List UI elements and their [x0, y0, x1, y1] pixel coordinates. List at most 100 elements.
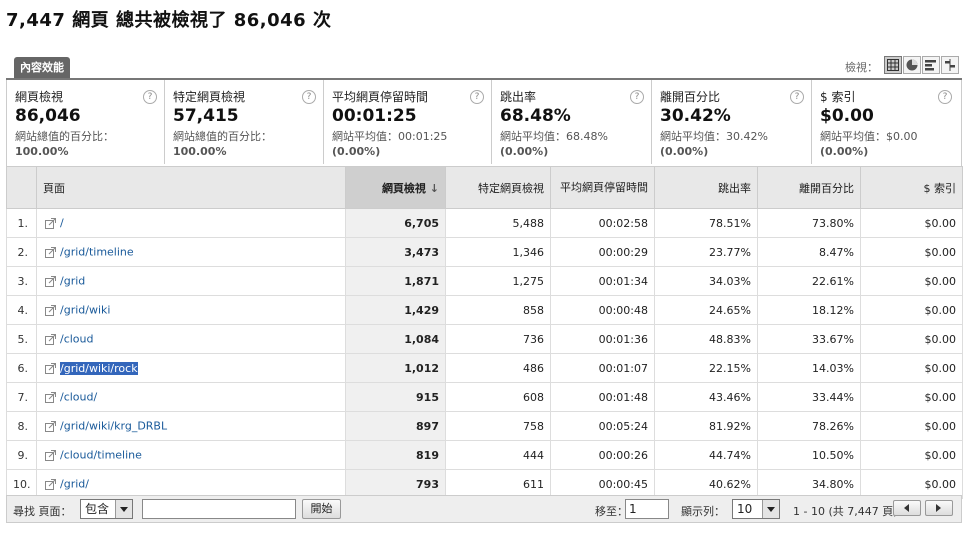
metric-value: 86,046 [15, 106, 81, 126]
metric-index: $ 索引 $0.00 網站平均值：$0.00 (0.00%) ? [812, 80, 961, 164]
metric-title: 平均網頁停留時間 [332, 90, 429, 104]
help-icon[interactable]: ? [302, 90, 316, 104]
tab-content-performance[interactable]: 內容效能 [14, 57, 70, 78]
open-external-icon[interactable] [45, 391, 56, 403]
goto-page-input[interactable]: 1 [625, 499, 669, 519]
metric-title: 特定網頁檢視 [173, 90, 246, 104]
page-link[interactable]: /grid/timeline [60, 246, 134, 259]
column-header-label: 網頁檢視 [381, 181, 426, 195]
pie-view-icon[interactable] [903, 56, 921, 74]
row-unique-pageviews: 758 [445, 411, 551, 441]
help-icon[interactable]: ? [630, 90, 644, 104]
content-table: 頁面 網頁檢視 ↓ 特定網頁檢視 平均網頁停留時間 跳出率 離開百分比 $ 索引… [6, 166, 963, 499]
prev-page-button[interactable] [893, 500, 921, 516]
row-exit-rate: 73.80% [757, 208, 861, 238]
page-link[interactable]: /grid/wiki [60, 304, 110, 317]
row-unique-pageviews: 736 [445, 324, 551, 354]
rows-per-page-select[interactable]: 10 [732, 499, 780, 519]
column-header-rank [6, 166, 37, 209]
page-link[interactable]: /grid/wiki/rock [60, 361, 138, 375]
row-bounce-rate: 48.83% [654, 324, 758, 354]
row-index: $0.00 [860, 382, 963, 412]
row-avg-time: 00:01:36 [550, 324, 655, 354]
row-rank: 2. [6, 237, 37, 267]
column-header-pageviews[interactable]: 網頁檢視 ↓ [345, 166, 446, 209]
help-icon[interactable]: ? [143, 90, 157, 104]
row-exit-rate: 78.26% [757, 411, 861, 441]
metric-unique-pageviews: 特定網頁檢視 57,415 網站總值的百分比： 100.00% ? [165, 80, 324, 164]
row-unique-pageviews: 1,346 [445, 237, 551, 267]
metric-comparison: 網站平均值：00:01:25 [332, 130, 448, 143]
page-link[interactable]: /grid/ [60, 478, 89, 491]
table-row: 8. /grid/wiki/krg_DRBL 897 758 00:05:24 81.92… [6, 411, 963, 441]
page-link[interactable]: /cloud [60, 333, 94, 346]
match-type-value: 包含 [85, 502, 110, 516]
open-external-icon[interactable] [45, 275, 56, 287]
metric-percent: (0.00%) [820, 145, 869, 158]
open-external-icon[interactable] [45, 246, 56, 258]
row-pageviews: 897 [345, 411, 446, 441]
metric-comparison: 網站平均值：$0.00 [820, 130, 918, 143]
column-header-bounce-rate[interactable]: 跳出率 [654, 166, 758, 209]
page-link[interactable]: / [60, 217, 64, 230]
column-header-unique-pageviews[interactable]: 特定網頁檢視 [445, 166, 551, 209]
match-type-select[interactable]: 包含 [80, 499, 133, 519]
open-external-icon[interactable] [45, 362, 56, 374]
table-row: 3. /grid 1,871 1,275 00:01:34 34.03% 22.61% $0.… [6, 266, 963, 296]
column-header-index[interactable]: $ 索引 [860, 166, 963, 209]
row-bounce-rate: 34.03% [654, 266, 758, 296]
next-page-button[interactable] [925, 500, 953, 516]
page-link[interactable]: /grid/wiki/krg_DRBL [60, 420, 167, 433]
row-avg-time: 00:00:26 [550, 440, 655, 470]
table-row: 6. /grid/wiki/rock 1,012 486 00:01:07 22.15% 1… [6, 353, 963, 383]
page-link[interactable]: /grid [60, 275, 85, 288]
row-bounce-rate: 23.77% [654, 237, 758, 267]
chevron-down-icon [115, 500, 132, 518]
help-icon[interactable]: ? [790, 90, 804, 104]
open-external-icon[interactable] [45, 449, 56, 461]
metric-value: 68.48% [500, 106, 571, 126]
help-icon[interactable]: ? [938, 90, 952, 104]
open-external-icon[interactable] [45, 217, 56, 229]
bar-view-icon[interactable] [922, 56, 940, 74]
show-rows-label: 顯示列： [681, 505, 725, 518]
row-exit-rate: 22.61% [757, 266, 861, 296]
open-external-icon[interactable] [45, 304, 56, 316]
row-exit-rate: 10.50% [757, 440, 861, 470]
row-page: /cloud [36, 324, 346, 354]
open-external-icon[interactable] [45, 420, 56, 432]
metric-comparison: 網站總值的百分比： [15, 130, 114, 143]
row-index: $0.00 [860, 440, 963, 470]
row-rank: 3. [6, 266, 37, 296]
column-header-exit-rate[interactable]: 離開百分比 [757, 166, 861, 209]
page-link[interactable]: /cloud/ [60, 391, 97, 404]
help-icon[interactable]: ? [470, 90, 484, 104]
table-header-row: 頁面 網頁檢視 ↓ 特定網頁檢視 平均網頁停留時間 跳出率 離開百分比 $ 索引 [6, 166, 963, 209]
open-external-icon[interactable] [45, 478, 56, 490]
row-bounce-rate: 22.15% [654, 353, 758, 383]
rows-per-page-value: 10 [737, 502, 753, 516]
column-header-page[interactable]: 頁面 [36, 166, 346, 209]
table-body: 1./6,705 5,488 00:02:58 78.51% 73.80% $0.00 2.… [6, 208, 963, 499]
page-link[interactable]: /cloud/timeline [60, 449, 142, 462]
metric-value: 57,415 [173, 106, 239, 126]
metric-value: 00:01:25 [332, 106, 417, 126]
row-rank: 5. [6, 324, 37, 354]
row-exit-rate: 18.12% [757, 295, 861, 325]
table-view-icon[interactable] [884, 56, 902, 74]
column-header-avg-time[interactable]: 平均網頁停留時間 [550, 166, 655, 209]
table-row: 2. /grid/timeline 3,473 1,346 00:00:29 23.77%… [6, 237, 963, 267]
metric-pageviews: 網頁檢視 86,046 網站總值的百分比： 100.00% ? [7, 80, 165, 164]
search-input[interactable] [142, 499, 296, 519]
row-pageviews: 1,429 [345, 295, 446, 325]
row-avg-time: 00:01:34 [550, 266, 655, 296]
go-button[interactable]: 開始 [302, 499, 341, 519]
comparison-view-icon[interactable] [941, 56, 959, 74]
page-range-text: 1 - 10 (共 7,447 頁) [793, 505, 898, 518]
open-external-icon[interactable] [45, 333, 56, 345]
row-rank: 1. [6, 208, 37, 238]
row-page: /cloud/ [36, 382, 346, 412]
row-avg-time: 00:01:07 [550, 353, 655, 383]
metric-percent: 100.00% [15, 145, 69, 158]
goto-label: 移至： [595, 505, 628, 518]
